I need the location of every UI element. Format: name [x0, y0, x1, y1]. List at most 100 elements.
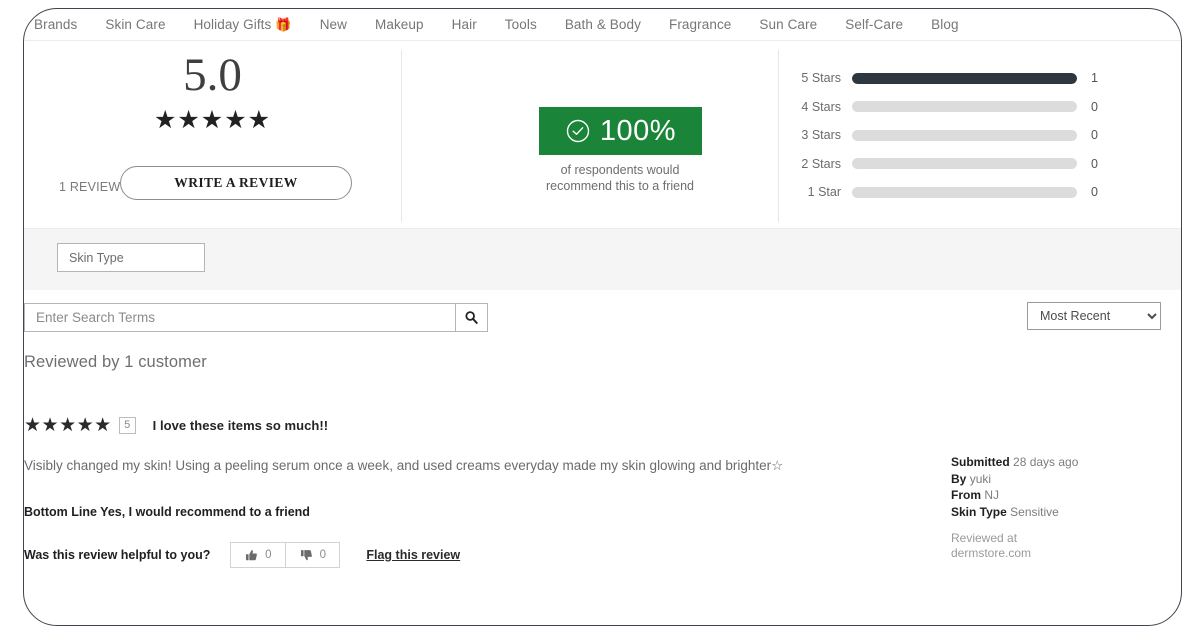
- histogram-bar-1-star[interactable]: [852, 186, 1077, 198]
- recommend-percent-value: 100%: [599, 114, 677, 147]
- flag-this-review-link[interactable]: Flag this review: [366, 548, 460, 562]
- nav-item-sun-care[interactable]: Sun Care: [745, 17, 831, 32]
- meta-source-line1: Reviewed at: [951, 531, 1018, 545]
- overall-rating-block: 5.0 ★★★★★ 1 REVIEW WRITE A REVIEW: [24, 42, 401, 228]
- recommendation-block: 100% of respondents would recommend this…: [401, 42, 778, 228]
- nav-item-bath-and-body[interactable]: Bath & Body: [551, 17, 655, 32]
- nav-label: Tools: [504, 17, 537, 32]
- histogram-label: 5 Stars: [801, 71, 841, 86]
- recommend-percent-badge: 100%: [539, 107, 702, 155]
- helpful-question-label: Was this review helpful to you?: [24, 548, 211, 562]
- histogram-row: 5 Stars 1: [778, 64, 1181, 93]
- meta-skin-type: Skin Type Sensitive: [951, 504, 1161, 521]
- meta-value: Sensitive: [1010, 504, 1059, 519]
- thumbs-up-icon: [246, 549, 258, 560]
- page-frame: Brands Skin Care Holiday Gifts 🎁 New Make…: [23, 8, 1182, 626]
- review-title: I love these items so much!!: [152, 417, 329, 433]
- nav-item-makeup[interactable]: Makeup: [361, 17, 438, 32]
- meta-value: 28 days ago: [1013, 455, 1079, 469]
- histogram-row: 3 Stars 0: [778, 121, 1181, 150]
- review-rating-badge: 5: [118, 416, 136, 434]
- nav-label: Bath & Body: [564, 17, 641, 32]
- nav-label: Self-Care: [845, 17, 904, 32]
- nav-label: Makeup: [375, 17, 424, 32]
- search-button[interactable]: [455, 304, 487, 331]
- recommend-description: of respondents would recommend this to a…: [546, 163, 694, 193]
- review-body-text: Visibly changed my skin! Using a peeling…: [24, 458, 784, 473]
- meta-source: Reviewed at dermstore.com: [951, 531, 1161, 561]
- nav-label: Hair: [451, 17, 477, 32]
- nav-item-new[interactable]: New: [306, 17, 361, 32]
- review-header: ★★★★★ 5 I love these items so much!!: [24, 414, 1181, 436]
- nav-label: Sun Care: [759, 17, 818, 32]
- bottom-line-key: Bottom Line: [24, 505, 97, 519]
- histogram-count: 1: [1091, 71, 1098, 86]
- nav-item-brands[interactable]: Brands: [28, 17, 91, 32]
- histogram-row: 2 Stars 0: [778, 150, 1181, 179]
- thumbs-up-count: 0: [265, 549, 272, 561]
- review-bottom-line: Bottom Line Yes, I would recommend to a …: [24, 505, 310, 519]
- meta-from: From NJ: [951, 487, 1161, 504]
- histogram-bar-2-stars[interactable]: [852, 158, 1077, 170]
- histogram-label: 1 Star: [807, 185, 841, 200]
- nav-item-holiday-gifts[interactable]: Holiday Gifts 🎁: [180, 17, 306, 33]
- histogram-label: 3 Stars: [801, 128, 841, 143]
- search-and-sort-row: Most Recent Most Helpful Highest Rating …: [24, 290, 1181, 342]
- search-box: [24, 303, 488, 332]
- meta-key: From: [951, 488, 981, 502]
- skin-type-filter-dropdown[interactable]: Skin Type: [57, 243, 205, 272]
- meta-by: By yuki: [951, 471, 1161, 488]
- review-item: ★★★★★ 5 I love these items so much!! Vis…: [24, 414, 1181, 568]
- nav-label: Skin Care: [105, 17, 166, 32]
- histogram-count: 0: [1091, 128, 1098, 143]
- histogram-count: 0: [1091, 185, 1098, 200]
- nav-item-blog[interactable]: Blog: [917, 17, 972, 32]
- histogram-bar-4-stars[interactable]: [852, 101, 1077, 113]
- vote-button-group: 0 0: [230, 542, 341, 568]
- search-input[interactable]: [25, 304, 455, 331]
- nav-item-hair[interactable]: Hair: [438, 17, 491, 32]
- meta-value: NJ: [984, 488, 1000, 502]
- nav-item-skin-care[interactable]: Skin Care: [91, 17, 179, 32]
- nav-label: Fragrance: [668, 17, 732, 32]
- thumbs-down-count: 0: [319, 549, 327, 561]
- main-navigation: Brands Skin Care Holiday Gifts 🎁 New Make…: [24, 9, 1181, 41]
- review-count-label: 1 REVIEW: [59, 180, 121, 194]
- meta-submitted: Submitted 28 days ago: [951, 454, 1161, 471]
- meta-source-line2: dermstore.com: [951, 546, 1032, 560]
- reviews-heading: Reviewed by 1 customer: [24, 353, 207, 371]
- meta-key: By: [951, 471, 967, 486]
- histogram-label: 4 Stars: [801, 99, 841, 114]
- meta-key: Skin Type: [951, 504, 1007, 519]
- meta-key: Submitted: [951, 455, 1010, 469]
- meta-value: yuki: [969, 471, 992, 486]
- check-circle-icon: [566, 119, 590, 143]
- histogram-bar-3-stars[interactable]: [852, 129, 1077, 141]
- nav-item-tools[interactable]: Tools: [491, 17, 551, 32]
- nav-label: Blog: [931, 17, 959, 32]
- average-score: 5.0: [183, 49, 242, 101]
- histogram-bar-5-stars[interactable]: [852, 72, 1077, 84]
- nav-label: New: [319, 17, 347, 32]
- rating-histogram: 5 Stars 1 4 Stars 0 3 Stars 0 2 Stars 0 …: [778, 42, 1181, 228]
- average-stars: ★★★★★: [153, 106, 272, 134]
- histogram-row: 4 Stars 0: [778, 93, 1181, 122]
- gift-icon: 🎁: [275, 16, 292, 32]
- sort-select[interactable]: Most Recent Most Helpful Highest Rating …: [1027, 302, 1161, 330]
- thumbs-up-button[interactable]: 0: [231, 543, 286, 567]
- search-icon: [465, 311, 478, 324]
- nav-label: Brands: [34, 17, 78, 32]
- review-metadata: Submitted 28 days ago By yuki From NJ Sk…: [951, 454, 1161, 561]
- write-a-review-button[interactable]: WRITE A REVIEW: [120, 166, 352, 200]
- thumbs-down-button[interactable]: 0: [285, 543, 340, 567]
- nav-label: Holiday Gifts: [193, 17, 272, 32]
- nav-item-self-care[interactable]: Self-Care: [831, 17, 917, 32]
- filter-bar: Skin Type: [24, 228, 1181, 290]
- histogram-count: 0: [1091, 156, 1098, 171]
- histogram-bar-fill: [852, 72, 1077, 84]
- nav-item-fragrance[interactable]: Fragrance: [655, 17, 745, 32]
- histogram-row: 1 Star 0: [778, 178, 1181, 207]
- review-helpful-row: Was this review helpful to you? 0 0 Flag…: [24, 542, 460, 568]
- histogram-label: 2 Stars: [801, 156, 841, 171]
- thumbs-down-icon: [300, 549, 312, 560]
